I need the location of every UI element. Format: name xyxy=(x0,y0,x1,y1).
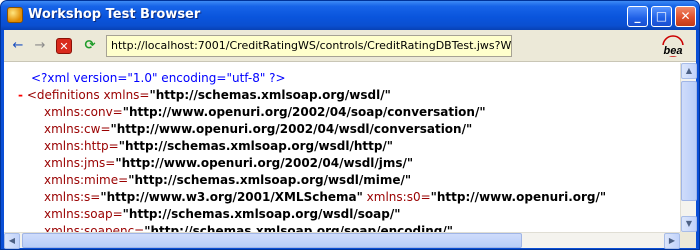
address-input[interactable]: http://localhost:7001/CreditRatingWS/con… xyxy=(106,35,512,57)
bea-logo: bea xyxy=(660,35,686,57)
forward-arrow-icon[interactable]: → xyxy=(32,38,48,54)
vertical-scrollbar[interactable]: ▲ ▼ xyxy=(680,63,697,232)
xml-attr-line: xmlns:conv="http://www.openuri.org/2002/… xyxy=(44,105,486,119)
back-arrow-icon[interactable]: ← xyxy=(10,38,26,54)
scrollbar-corner xyxy=(680,232,696,248)
tag-name: <definitions xyxy=(26,88,100,102)
xml-attr-line: xmlns:http="http://schemas.xmlsoap.org/w… xyxy=(44,139,394,153)
xml-declaration: <?xml version="1.0" encoding="utf-8" ?> xyxy=(31,71,286,85)
scroll-left-icon[interactable]: ◀ xyxy=(4,233,20,249)
attr-value: "http://schemas.xmlsoap.org/wsdl/" xyxy=(149,88,391,102)
window-title: Workshop Test Browser xyxy=(28,7,201,22)
maximize-button[interactable]: □ xyxy=(651,6,672,27)
close-button[interactable]: ✕ xyxy=(675,6,696,27)
refresh-icon[interactable]: ⟳ xyxy=(82,38,98,54)
app-icon xyxy=(7,7,23,23)
xml-attr-line: xmlns:cw="http://www.openuri.org/2002/04… xyxy=(44,122,473,136)
scroll-up-icon[interactable]: ▲ xyxy=(681,63,697,79)
attr-name: xmlns= xyxy=(103,88,150,102)
toolbar: ← → ✕ ⟳ http://localhost:7001/CreditRati… xyxy=(4,30,696,62)
scroll-down-icon[interactable]: ▼ xyxy=(681,216,697,232)
horizontal-scrollbar[interactable]: ◀ ▶ xyxy=(4,232,680,249)
xml-attr-line: xmlns:jms="http://www.openuri.org/2002/0… xyxy=(44,156,414,170)
vertical-scroll-thumb[interactable] xyxy=(681,81,697,201)
browser-window: Workshop Test Browser _ □ ✕ ← → ✕ ⟳ http… xyxy=(0,0,700,250)
scroll-right-icon[interactable]: ▶ xyxy=(664,233,680,249)
definitions-open-tag: - <definitions xmlns="http://schemas.xml… xyxy=(18,87,391,103)
stop-icon[interactable]: ✕ xyxy=(56,38,72,54)
xml-attr-line: xmlns:mime="http://schemas.xmlsoap.org/w… xyxy=(44,173,412,187)
xml-content: <?xml version="1.0" encoding="utf-8" ?> … xyxy=(4,63,680,232)
horizontal-scroll-thumb[interactable] xyxy=(22,233,522,248)
minimize-button[interactable]: _ xyxy=(627,6,648,27)
title-bar[interactable]: Workshop Test Browser _ □ ✕ xyxy=(1,1,699,30)
client-area: ← → ✕ ⟳ http://localhost:7001/CreditRati… xyxy=(4,30,697,249)
xml-attr-line: xmlns:soap="http://schemas.xmlsoap.org/w… xyxy=(44,207,401,221)
xml-attr-line: xmlns:soapenc="http://schemas.xmlsoap.or… xyxy=(44,224,453,232)
logo-text: bea xyxy=(664,45,683,57)
collapse-toggle[interactable]: - xyxy=(18,88,23,102)
xml-attr-line: xmlns:s="http://www.w3.org/2001/XMLSchem… xyxy=(44,190,607,204)
